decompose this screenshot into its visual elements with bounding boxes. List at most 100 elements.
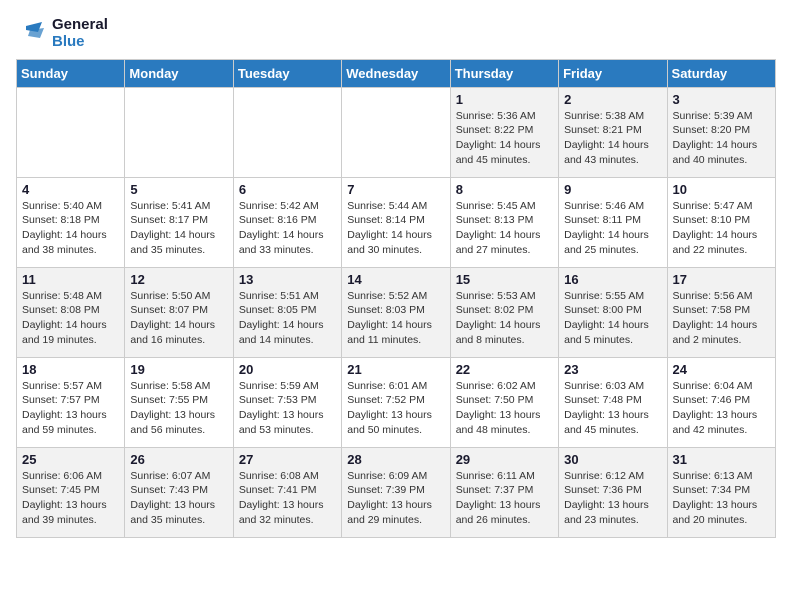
day-number: 22 bbox=[456, 362, 553, 377]
day-number: 16 bbox=[564, 272, 661, 287]
calendar-cell: 12 Sunrise: 5:50 AM Sunset: 8:07 PM Dayli… bbox=[125, 267, 233, 357]
calendar-cell: 4 Sunrise: 5:40 AM Sunset: 8:18 PM Daylig… bbox=[17, 177, 125, 267]
day-info: Sunrise: 5:38 AM Sunset: 8:21 PM Dayligh… bbox=[564, 109, 661, 168]
day-number: 7 bbox=[347, 182, 444, 197]
day-number: 17 bbox=[673, 272, 770, 287]
day-number: 29 bbox=[456, 452, 553, 467]
calendar-cell: 21Sunrise: 6:01 AM Sunset: 7:52 PM Dayli… bbox=[342, 357, 450, 447]
day-number: 26 bbox=[130, 452, 227, 467]
day-info: Sunrise: 5:57 AM Sunset: 7:57 PM Dayligh… bbox=[22, 379, 119, 438]
day-number: 20 bbox=[239, 362, 336, 377]
day-info: Sunrise: 6:06 AM Sunset: 7:45 PM Dayligh… bbox=[22, 469, 119, 528]
logo-general: General bbox=[52, 16, 108, 33]
day-number: 1 bbox=[456, 92, 553, 107]
day-number: 15 bbox=[456, 272, 553, 287]
calendar-week-3: 11 Sunrise: 5:48 AM Sunset: 8:08 PM Dayli… bbox=[17, 267, 776, 357]
day-info: Sunrise: 5:50 AM Sunset: 8:07 PM Dayligh… bbox=[130, 289, 227, 348]
calendar-cell: 10 Sunrise: 5:47 AM Sunset: 8:10 PM Dayli… bbox=[667, 177, 775, 267]
day-info: Sunrise: 5:48 AM Sunset: 8:08 PM Dayligh… bbox=[22, 289, 119, 348]
weekday-header-friday: Friday bbox=[559, 59, 667, 87]
day-info: Sunrise: 6:04 AM Sunset: 7:46 PM Dayligh… bbox=[673, 379, 770, 438]
calendar-cell: 3 Sunrise: 5:39 AM Sunset: 8:20 PM Daylig… bbox=[667, 87, 775, 177]
day-info: Sunrise: 6:01 AM Sunset: 7:52 PM Dayligh… bbox=[347, 379, 444, 438]
day-info: Sunrise: 5:45 AM Sunset: 8:13 PM Dayligh… bbox=[456, 199, 553, 258]
day-info: Sunrise: 6:07 AM Sunset: 7:43 PM Dayligh… bbox=[130, 469, 227, 528]
day-info: Sunrise: 5:59 AM Sunset: 7:53 PM Dayligh… bbox=[239, 379, 336, 438]
calendar-week-1: 1 Sunrise: 5:36 AM Sunset: 8:22 PM Daylig… bbox=[17, 87, 776, 177]
weekday-header-tuesday: Tuesday bbox=[233, 59, 341, 87]
weekday-header-wednesday: Wednesday bbox=[342, 59, 450, 87]
day-number: 8 bbox=[456, 182, 553, 197]
day-info: Sunrise: 5:41 AM Sunset: 8:17 PM Dayligh… bbox=[130, 199, 227, 258]
weekday-header-thursday: Thursday bbox=[450, 59, 558, 87]
day-number: 6 bbox=[239, 182, 336, 197]
calendar-cell: 23Sunrise: 6:03 AM Sunset: 7:48 PM Dayli… bbox=[559, 357, 667, 447]
calendar-cell: 9 Sunrise: 5:46 AM Sunset: 8:11 PM Daylig… bbox=[559, 177, 667, 267]
day-number: 3 bbox=[673, 92, 770, 107]
day-info: Sunrise: 5:40 AM Sunset: 8:18 PM Dayligh… bbox=[22, 199, 119, 258]
day-info: Sunrise: 5:52 AM Sunset: 8:03 PM Dayligh… bbox=[347, 289, 444, 348]
calendar-cell: 28 Sunrise: 6:09 AM Sunset: 7:39 PM Dayli… bbox=[342, 447, 450, 537]
calendar-table: SundayMondayTuesdayWednesdayThursdayFrid… bbox=[16, 59, 776, 538]
day-number: 27 bbox=[239, 452, 336, 467]
day-number: 14 bbox=[347, 272, 444, 287]
day-info: Sunrise: 5:58 AM Sunset: 7:55 PM Dayligh… bbox=[130, 379, 227, 438]
calendar-cell: 15Sunrise: 5:53 AM Sunset: 8:02 PM Dayli… bbox=[450, 267, 558, 357]
calendar-cell: 27 Sunrise: 6:08 AM Sunset: 7:41 PM Dayli… bbox=[233, 447, 341, 537]
day-info: Sunrise: 6:08 AM Sunset: 7:41 PM Dayligh… bbox=[239, 469, 336, 528]
day-number: 25 bbox=[22, 452, 119, 467]
calendar-cell: 2 Sunrise: 5:38 AM Sunset: 8:21 PM Daylig… bbox=[559, 87, 667, 177]
day-number: 18 bbox=[22, 362, 119, 377]
calendar-cell: 14 Sunrise: 5:52 AM Sunset: 8:03 PM Dayli… bbox=[342, 267, 450, 357]
day-info: Sunrise: 5:55 AM Sunset: 8:00 PM Dayligh… bbox=[564, 289, 661, 348]
logo-bird-icon bbox=[16, 18, 46, 48]
calendar-cell bbox=[233, 87, 341, 177]
calendar-cell bbox=[342, 87, 450, 177]
day-info: Sunrise: 5:44 AM Sunset: 8:14 PM Dayligh… bbox=[347, 199, 444, 258]
day-info: Sunrise: 5:47 AM Sunset: 8:10 PM Dayligh… bbox=[673, 199, 770, 258]
day-number: 4 bbox=[22, 182, 119, 197]
calendar-cell: 26 Sunrise: 6:07 AM Sunset: 7:43 PM Dayli… bbox=[125, 447, 233, 537]
calendar-cell: 19 Sunrise: 5:58 AM Sunset: 7:55 PM Dayli… bbox=[125, 357, 233, 447]
logo: General Blue bbox=[16, 16, 108, 51]
day-info: Sunrise: 5:36 AM Sunset: 8:22 PM Dayligh… bbox=[456, 109, 553, 168]
calendar-cell: 6 Sunrise: 5:42 AM Sunset: 8:16 PM Daylig… bbox=[233, 177, 341, 267]
calendar-cell: 13 Sunrise: 5:51 AM Sunset: 8:05 PM Dayli… bbox=[233, 267, 341, 357]
calendar-cell: 18 Sunrise: 5:57 AM Sunset: 7:57 PM Dayli… bbox=[17, 357, 125, 447]
day-info: Sunrise: 6:09 AM Sunset: 7:39 PM Dayligh… bbox=[347, 469, 444, 528]
calendar-cell: 22 Sunrise: 6:02 AM Sunset: 7:50 PM Dayli… bbox=[450, 357, 558, 447]
page-header: General Blue bbox=[16, 16, 776, 51]
calendar-cell bbox=[125, 87, 233, 177]
weekday-header-row: SundayMondayTuesdayWednesdayThursdayFrid… bbox=[17, 59, 776, 87]
calendar-cell: 7 Sunrise: 5:44 AM Sunset: 8:14 PM Daylig… bbox=[342, 177, 450, 267]
day-info: Sunrise: 5:51 AM Sunset: 8:05 PM Dayligh… bbox=[239, 289, 336, 348]
day-info: Sunrise: 6:11 AM Sunset: 7:37 PM Dayligh… bbox=[456, 469, 553, 528]
calendar-week-2: 4 Sunrise: 5:40 AM Sunset: 8:18 PM Daylig… bbox=[17, 177, 776, 267]
day-info: Sunrise: 6:03 AM Sunset: 7:48 PM Dayligh… bbox=[564, 379, 661, 438]
calendar-cell bbox=[17, 87, 125, 177]
day-info: Sunrise: 6:02 AM Sunset: 7:50 PM Dayligh… bbox=[456, 379, 553, 438]
day-number: 5 bbox=[130, 182, 227, 197]
calendar-week-5: 25 Sunrise: 6:06 AM Sunset: 7:45 PM Dayli… bbox=[17, 447, 776, 537]
calendar-cell: 8 Sunrise: 5:45 AM Sunset: 8:13 PM Daylig… bbox=[450, 177, 558, 267]
day-number: 11 bbox=[22, 272, 119, 287]
day-number: 31 bbox=[673, 452, 770, 467]
day-info: Sunrise: 5:42 AM Sunset: 8:16 PM Dayligh… bbox=[239, 199, 336, 258]
day-number: 30 bbox=[564, 452, 661, 467]
day-number: 19 bbox=[130, 362, 227, 377]
weekday-header-monday: Monday bbox=[125, 59, 233, 87]
day-number: 13 bbox=[239, 272, 336, 287]
day-number: 9 bbox=[564, 182, 661, 197]
weekday-header-saturday: Saturday bbox=[667, 59, 775, 87]
calendar-cell: 20 Sunrise: 5:59 AM Sunset: 7:53 PM Dayli… bbox=[233, 357, 341, 447]
day-info: Sunrise: 6:13 AM Sunset: 7:34 PM Dayligh… bbox=[673, 469, 770, 528]
day-info: Sunrise: 5:46 AM Sunset: 8:11 PM Dayligh… bbox=[564, 199, 661, 258]
day-number: 10 bbox=[673, 182, 770, 197]
logo-blue: Blue bbox=[52, 33, 108, 50]
day-info: Sunrise: 5:39 AM Sunset: 8:20 PM Dayligh… bbox=[673, 109, 770, 168]
day-number: 12 bbox=[130, 272, 227, 287]
day-number: 2 bbox=[564, 92, 661, 107]
day-number: 24 bbox=[673, 362, 770, 377]
day-number: 28 bbox=[347, 452, 444, 467]
day-info: Sunrise: 6:12 AM Sunset: 7:36 PM Dayligh… bbox=[564, 469, 661, 528]
